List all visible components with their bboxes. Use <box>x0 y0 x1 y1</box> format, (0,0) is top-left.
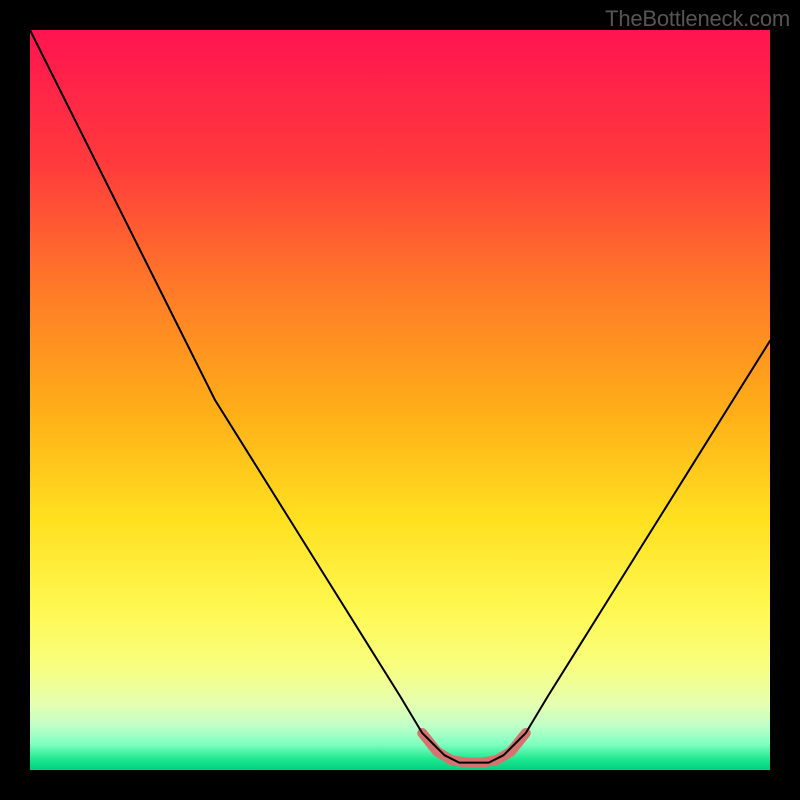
chart-stage: TheBottleneck.com <box>0 0 800 800</box>
plot-background <box>30 30 770 770</box>
bottleneck-chart <box>0 0 800 800</box>
watermark-text: TheBottleneck.com <box>605 6 790 32</box>
